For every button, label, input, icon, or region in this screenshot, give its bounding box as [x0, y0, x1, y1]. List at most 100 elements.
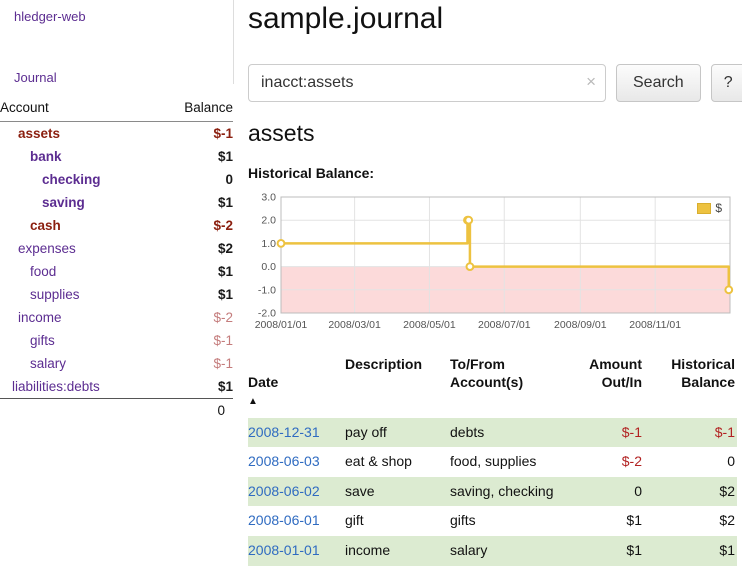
register-header-description: Description [345, 353, 450, 418]
account-balance: $2 [157, 237, 233, 260]
sort-ascending-icon[interactable]: ▲ [248, 396, 258, 407]
svg-text:3.0: 3.0 [261, 192, 276, 204]
transaction-description: eat & shop [345, 447, 450, 477]
search-button[interactable]: Search [616, 64, 701, 102]
account-balance: $1 [157, 375, 233, 399]
svg-text:-2.0: -2.0 [258, 308, 276, 320]
transaction-date-link[interactable]: 2008-06-01 [248, 512, 320, 528]
svg-text:2008/11/01: 2008/11/01 [629, 319, 681, 331]
svg-text:2008/07/01: 2008/07/01 [478, 319, 531, 331]
account-link-food[interactable]: food [30, 264, 56, 279]
account-row-checking: checking 0 [0, 168, 233, 191]
svg-text:2008/05/01: 2008/05/01 [403, 319, 456, 331]
accounts-total-row: 0 [0, 399, 233, 421]
transaction-accounts: saving, checking [450, 477, 560, 507]
search-input[interactable] [248, 64, 606, 102]
account-row-saving: saving $1 [0, 191, 233, 214]
legend-label: $ [715, 201, 722, 215]
transaction-description: pay off [345, 418, 450, 448]
svg-text:2008/01/01: 2008/01/01 [255, 319, 308, 331]
account-link-checking[interactable]: checking [42, 172, 101, 187]
account-balance: 0 [157, 168, 233, 191]
register-header-accounts: To/From Account(s) [450, 353, 560, 418]
register-row: 2008-06-02 save saving, checking 0 $2 [248, 477, 737, 507]
svg-text:1.0: 1.0 [261, 238, 276, 250]
transaction-amount: 0 [560, 477, 642, 507]
register-header-amount: Amount Out/In [560, 353, 642, 418]
account-link-gifts[interactable]: gifts [30, 333, 55, 348]
register-row: 2008-01-01 income salary $1 $1 [248, 536, 737, 566]
account-row-bank: bank $1 [0, 145, 233, 168]
main-panel: sample.journal × Search ? assets Histori… [248, 0, 737, 566]
transaction-amount: $1 [560, 536, 642, 566]
account-balance: $1 [157, 145, 233, 168]
transaction-description: gift [345, 506, 450, 536]
transaction-accounts: food, supplies [450, 447, 560, 477]
chart-heading: Historical Balance: [248, 165, 737, 181]
transaction-accounts: gifts [450, 506, 560, 536]
transaction-balance: $2 [642, 477, 737, 507]
register-row: 2008-12-31 pay off debts $-1 $-1 [248, 418, 737, 448]
transaction-accounts: salary [450, 536, 560, 566]
transaction-date-link[interactable]: 2008-06-02 [248, 483, 320, 499]
sidebar-item-journal[interactable]: Journal [14, 70, 57, 85]
account-balance: $1 [157, 260, 233, 283]
account-balance: $-1 [157, 329, 233, 352]
help-button[interactable]: ? [711, 64, 742, 102]
transaction-date-link[interactable]: 2008-12-31 [248, 424, 320, 440]
transaction-balance: $1 [642, 536, 737, 566]
account-balance: $1 [157, 283, 233, 306]
account-row-assets: assets $-1 [0, 122, 233, 146]
transaction-amount: $-1 [560, 418, 642, 448]
brand-link[interactable]: hledger-web [14, 9, 86, 24]
account-link-assets[interactable]: assets [18, 126, 60, 141]
account-row-salary: salary $-1 [0, 352, 233, 375]
account-row-expenses: expenses $2 [0, 237, 233, 260]
page-title: sample.journal [248, 2, 737, 36]
account-link-bank[interactable]: bank [30, 149, 62, 164]
account-link-saving[interactable]: saving [42, 195, 85, 210]
accounts-header-balance: Balance [157, 96, 233, 122]
account-link-liabilities-debts[interactable]: liabilities:debts [12, 379, 100, 394]
account-link-expenses[interactable]: expenses [18, 241, 76, 256]
sidebar: hledger-web Journal Account Balance asse… [0, 0, 233, 582]
transaction-description: income [345, 536, 450, 566]
account-balance: $-1 [157, 352, 233, 375]
register-header-date-label: Date [248, 374, 278, 390]
transaction-date-link[interactable]: 2008-06-03 [248, 453, 320, 469]
register-row: 2008-06-03 eat & shop food, supplies $-2… [248, 447, 737, 477]
transaction-amount: $-2 [560, 447, 642, 477]
register-header-balance: Historical Balance [642, 353, 737, 418]
svg-text:2008/09/01: 2008/09/01 [554, 319, 607, 331]
accounts-total: 0 [157, 399, 233, 421]
transaction-date-link[interactable]: 2008-01-01 [248, 542, 320, 558]
svg-text:0.0: 0.0 [261, 261, 276, 273]
account-link-supplies[interactable]: supplies [30, 287, 80, 302]
chart-legend: $ [694, 200, 725, 216]
account-balance: $1 [157, 191, 233, 214]
account-link-income[interactable]: income [18, 310, 62, 325]
legend-swatch-icon [697, 203, 711, 214]
svg-text:2008/03/01: 2008/03/01 [328, 319, 381, 331]
account-link-cash[interactable]: cash [30, 218, 61, 233]
account-balance: $-2 [157, 306, 233, 329]
accounts-table: Account Balance assets $-1 bank $1 check… [0, 96, 233, 420]
transaction-accounts: debts [450, 418, 560, 448]
account-row-liabilities-debts: liabilities:debts $1 [0, 375, 233, 399]
search-form: × Search ? [248, 64, 737, 102]
transaction-balance: $2 [642, 506, 737, 536]
accounts-header-account: Account [0, 96, 157, 122]
register-row: 2008-06-01 gift gifts $1 $2 [248, 506, 737, 536]
account-balance: $-1 [157, 122, 233, 146]
register-header-date[interactable]: Date ▲ [248, 353, 345, 418]
balance-chart: $ 3.02.01.00.0-1.0-2.02008/01/012008/03/… [248, 189, 737, 339]
register-table: Date ▲ Description To/From Account(s) Am… [248, 353, 737, 566]
account-row-income: income $-2 [0, 306, 233, 329]
svg-text:-1.0: -1.0 [258, 284, 276, 296]
clear-search-icon[interactable]: × [586, 72, 596, 92]
account-heading: assets [248, 120, 737, 147]
account-row-gifts: gifts $-1 [0, 329, 233, 352]
transaction-amount: $1 [560, 506, 642, 536]
sidebar-divider [233, 0, 234, 84]
account-link-salary[interactable]: salary [30, 356, 66, 371]
